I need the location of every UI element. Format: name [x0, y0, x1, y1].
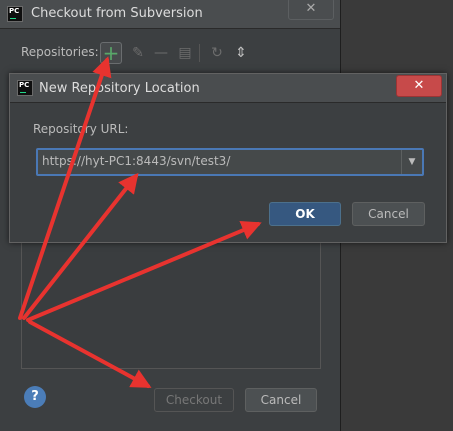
plus-icon: +: [102, 41, 120, 65]
collapse-button[interactable]: ⇕: [230, 42, 252, 64]
edit-icon: ✎: [132, 45, 144, 61]
collapse-icon: ⇕: [235, 45, 247, 61]
copy-icon: ▤: [178, 45, 192, 61]
remove-repository-button[interactable]: —: [150, 42, 172, 64]
new-repository-cancel-button[interactable]: Cancel: [352, 202, 425, 226]
repository-url-input[interactable]: https://hyt-PC1:8443/svn/test3/: [42, 154, 230, 168]
pycharm-logo: PC: [7, 6, 23, 22]
refresh-icon: ↻: [211, 45, 223, 61]
repositories-label: Repositories:: [21, 45, 99, 59]
add-repository-button[interactable]: +: [100, 42, 122, 64]
checkout-close-icon[interactable]: ✕: [288, 0, 334, 20]
new-repository-title: New Repository Location: [39, 81, 200, 96]
checkout-title: Checkout from Subversion: [31, 6, 203, 21]
checkout-cancel-button[interactable]: Cancel: [245, 388, 317, 412]
checkout-button[interactable]: Checkout: [154, 388, 234, 412]
repository-url-combobox[interactable]: https://hyt-PC1:8443/svn/test3/ ▼: [36, 148, 424, 176]
dropdown-arrow-icon[interactable]: ▼: [401, 150, 422, 174]
minus-icon: —: [154, 45, 168, 61]
toolbar-separator: [199, 44, 200, 62]
new-repository-dialog: PC New Repository Location ✕ Repository …: [9, 73, 447, 243]
copy-repository-button[interactable]: ▤: [174, 42, 196, 64]
new-repository-close-icon[interactable]: ✕: [396, 75, 442, 97]
checkout-titlebar: PC Checkout from Subversion ✕: [0, 0, 340, 29]
repository-tree-panel[interactable]: [21, 242, 321, 369]
edit-repository-button[interactable]: ✎: [127, 42, 149, 64]
new-repository-titlebar: PC New Repository Location ✕: [10, 74, 446, 103]
pycharm-logo: PC: [17, 80, 33, 96]
ok-button[interactable]: OK: [269, 202, 341, 226]
help-icon[interactable]: ?: [24, 386, 46, 408]
refresh-button[interactable]: ↻: [206, 42, 228, 64]
repository-url-label: Repository URL:: [33, 122, 129, 136]
